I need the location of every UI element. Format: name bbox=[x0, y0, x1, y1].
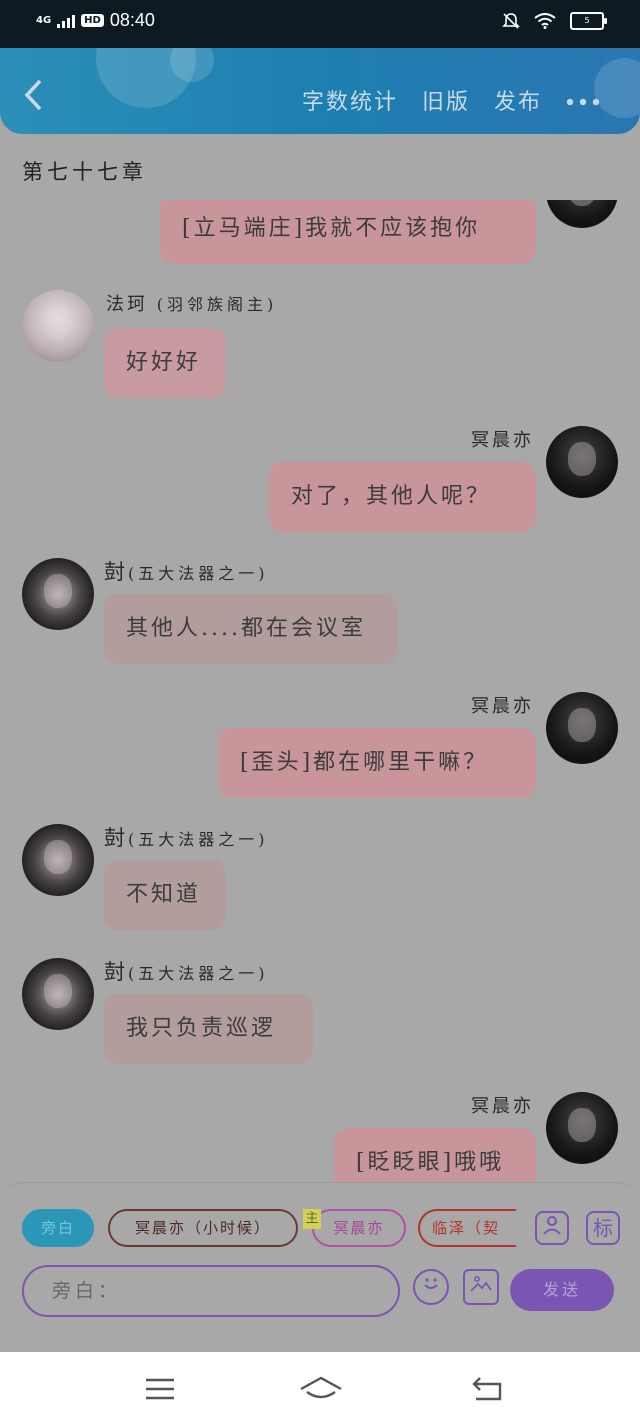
menu-icon[interactable] bbox=[142, 1374, 182, 1404]
message-bubble[interactable]: 我只负责巡逻 bbox=[104, 994, 313, 1064]
battery-icon: 5 bbox=[570, 12, 607, 30]
image-icon[interactable] bbox=[463, 1269, 499, 1305]
chevron-left-icon bbox=[24, 79, 42, 111]
avatar[interactable] bbox=[22, 824, 94, 896]
role-chip[interactable]: 临泽（契 bbox=[418, 1209, 516, 1247]
emoji-icon[interactable] bbox=[413, 1269, 449, 1305]
send-button[interactable]: 发送 bbox=[510, 1269, 614, 1311]
word-count-button[interactable]: 字数统计 bbox=[302, 84, 398, 116]
role-chip[interactable]: 冥晨亦（小时候） bbox=[108, 1209, 298, 1247]
system-nav-bar bbox=[0, 1352, 640, 1427]
role-chip-main[interactable]: 冥晨亦 bbox=[312, 1209, 406, 1247]
message-bubble[interactable]: 好好好 bbox=[104, 328, 226, 398]
sender-name: 冥晨亦 bbox=[471, 696, 534, 717]
sender-name: 尌(五大法器之一) bbox=[104, 826, 269, 850]
avatar[interactable] bbox=[546, 692, 618, 764]
network-type: 4G bbox=[36, 14, 52, 26]
mark-button[interactable]: 标 bbox=[586, 1211, 620, 1245]
status-bar: 4G HD 08:40 5 bbox=[0, 0, 640, 48]
back-icon[interactable] bbox=[470, 1374, 510, 1404]
back-button[interactable] bbox=[22, 78, 44, 116]
sender-name: 法珂 (羽邻族阁主) bbox=[106, 294, 278, 315]
composer-panel: 旁白 冥晨亦（小时候） 冥晨亦 主 临泽（契 标 旁白： 发送 bbox=[0, 1182, 640, 1353]
status-right: 5 bbox=[502, 12, 607, 30]
hd-badge: HD bbox=[81, 14, 104, 27]
sender-name: 尌(五大法器之一) bbox=[104, 560, 269, 584]
signal-icon bbox=[57, 14, 76, 28]
decor-bubble bbox=[594, 58, 640, 118]
main-role-tag: 主 bbox=[303, 1209, 321, 1229]
avatar[interactable] bbox=[22, 558, 94, 630]
avatar[interactable] bbox=[546, 200, 618, 228]
top-app-bar: 字数统计 旧版 发布 bbox=[0, 48, 640, 134]
message-bubble[interactable]: 不知道 bbox=[104, 860, 226, 930]
message-input[interactable]: 旁白： bbox=[22, 1265, 400, 1317]
avatar[interactable] bbox=[546, 1092, 618, 1164]
publish-button[interactable]: 发布 bbox=[494, 84, 542, 116]
more-dots-icon[interactable] bbox=[566, 88, 600, 113]
sender-name: 冥晨亦 bbox=[471, 430, 534, 451]
chapter-title: 第七十七章 bbox=[22, 160, 147, 184]
avatar[interactable] bbox=[546, 426, 618, 498]
sender-name: 尌(五大法器之一) bbox=[104, 960, 269, 984]
status-left: 4G HD 08:40 bbox=[36, 10, 155, 31]
home-icon[interactable] bbox=[298, 1374, 344, 1404]
message-bubble[interactable]: 其他人....都在会议室 bbox=[104, 594, 397, 664]
message-bubble[interactable]: [立马端庄]我就不应该抱你 bbox=[160, 200, 536, 264]
message-bubble[interactable]: 对了，其他人呢？ bbox=[269, 462, 536, 532]
chat-list[interactable]: [立马端庄]我就不应该抱你 法珂 (羽邻族阁主) 好好好 冥晨亦 对了，其他人呢… bbox=[0, 200, 640, 1182]
avatar[interactable] bbox=[22, 958, 94, 1030]
avatar[interactable] bbox=[22, 290, 94, 362]
role-icon[interactable] bbox=[535, 1211, 569, 1245]
role-chip-narration[interactable]: 旁白 bbox=[22, 1209, 94, 1247]
message-bubble[interactable]: [眨眨眼]哦哦 bbox=[334, 1128, 536, 1182]
sender-name: 冥晨亦 bbox=[471, 1096, 534, 1117]
old-version-button[interactable]: 旧版 bbox=[422, 84, 470, 116]
wifi-icon bbox=[534, 13, 556, 29]
mute-bell-icon bbox=[502, 13, 520, 29]
header-actions: 字数统计 旧版 发布 bbox=[302, 84, 600, 116]
message-bubble[interactable]: [歪头]都在哪里干嘛？ bbox=[218, 728, 536, 798]
clock: 08:40 bbox=[109, 10, 155, 30]
